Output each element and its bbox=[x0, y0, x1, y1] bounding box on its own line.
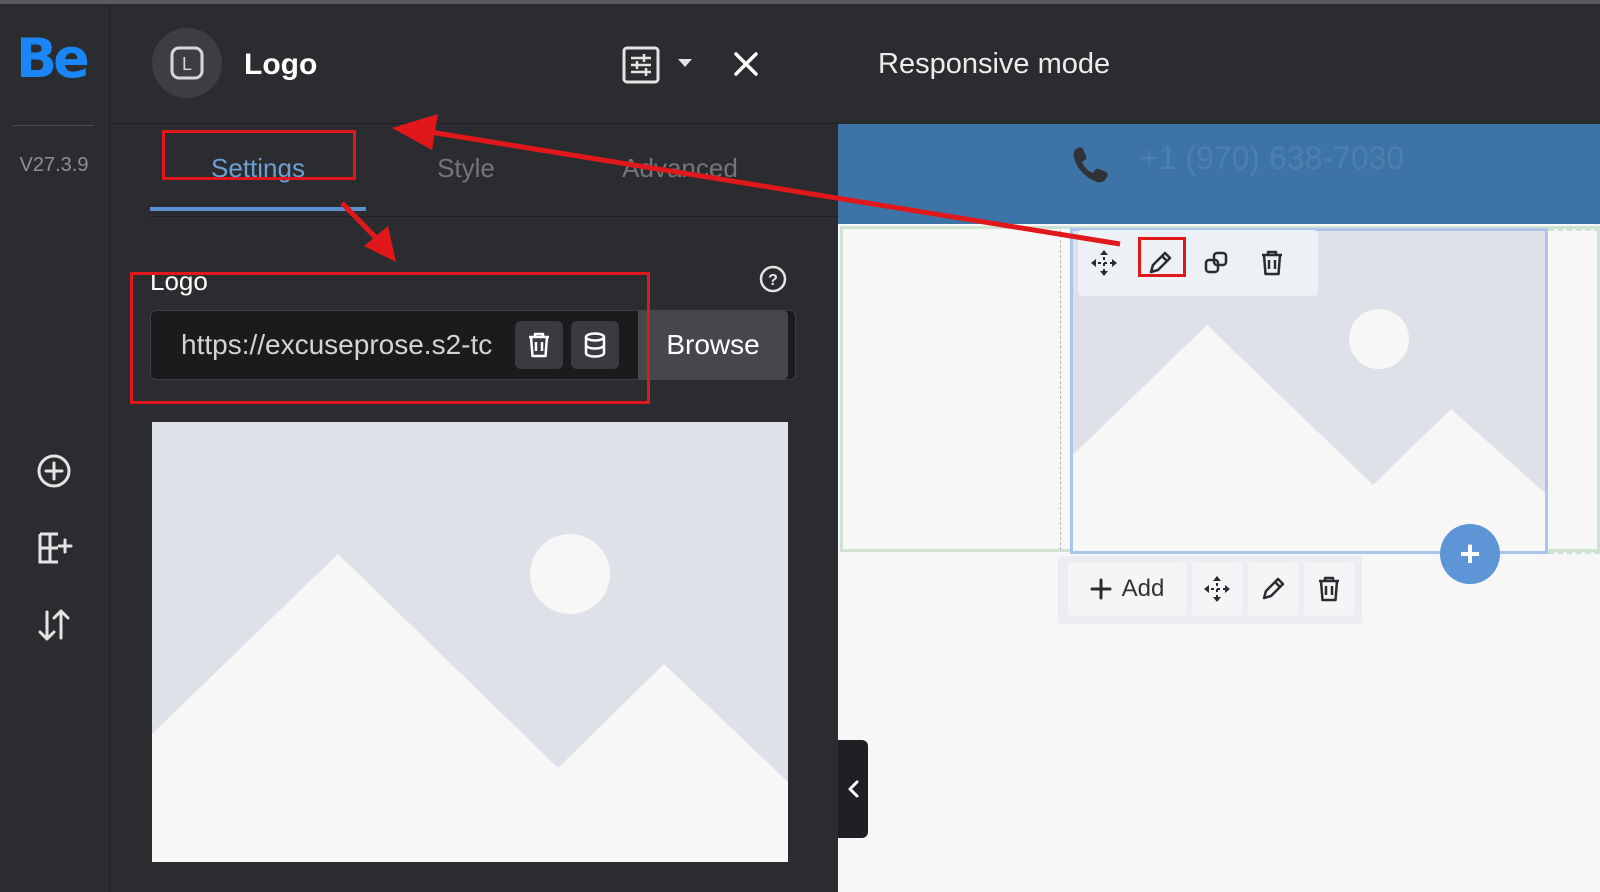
row-toolbar: Add bbox=[1058, 556, 1362, 624]
close-panel-button[interactable] bbox=[726, 44, 766, 84]
version-label: V27.3.9 bbox=[19, 154, 89, 176]
svg-text:?: ? bbox=[768, 272, 778, 289]
add-element-fab[interactable]: + bbox=[1440, 524, 1500, 584]
move-icon bbox=[1091, 250, 1117, 276]
plus-circle-icon bbox=[37, 454, 71, 488]
browse-button[interactable]: Browse bbox=[638, 310, 788, 380]
tab-settings[interactable]: Settings bbox=[150, 125, 366, 211]
sliders-icon bbox=[622, 46, 660, 84]
logo-element-icon: L bbox=[170, 46, 204, 80]
element-type-badge: L bbox=[152, 28, 222, 98]
trash-icon bbox=[1319, 576, 1339, 602]
panel-header: L Logo bbox=[110, 4, 838, 124]
clear-url-button[interactable] bbox=[515, 321, 563, 369]
settings-panel: L Logo Settings Style Advanced Logo ? ht… bbox=[110, 4, 838, 892]
database-icon bbox=[584, 332, 606, 358]
trash-icon bbox=[1262, 250, 1282, 276]
edit-element-button[interactable] bbox=[1136, 240, 1184, 286]
move-icon bbox=[1204, 576, 1230, 602]
presets-button[interactable] bbox=[616, 40, 666, 90]
image-placeholder-icon bbox=[152, 422, 788, 862]
duplicate-icon bbox=[1204, 251, 1228, 274]
presets-dropdown-button[interactable] bbox=[672, 50, 698, 76]
add-section-button[interactable] bbox=[30, 524, 78, 572]
responsive-mode-label[interactable]: Responsive mode bbox=[878, 48, 1110, 81]
logo-image-preview bbox=[152, 422, 788, 862]
move-row-button[interactable] bbox=[1192, 562, 1242, 616]
chevron-left-icon bbox=[848, 780, 859, 798]
edit-row-button[interactable] bbox=[1248, 562, 1298, 616]
delete-element-button[interactable] bbox=[1248, 240, 1296, 286]
move-element-button[interactable] bbox=[1080, 240, 1128, 286]
svg-text:L: L bbox=[182, 54, 192, 74]
tab-advanced[interactable]: Advanced bbox=[590, 125, 770, 211]
panel-title: Logo bbox=[244, 48, 318, 81]
delete-row-button[interactable] bbox=[1304, 562, 1354, 616]
pencil-icon bbox=[1262, 577, 1285, 600]
page-canvas: Responsive mode +1 (970) 638-7030 + Add bbox=[838, 4, 1600, 892]
help-icon[interactable]: ? bbox=[758, 264, 788, 294]
caret-down-icon bbox=[678, 59, 692, 67]
collapse-panel-button[interactable] bbox=[838, 740, 868, 838]
panel-tabs: Settings Style Advanced bbox=[150, 125, 838, 217]
sort-arrows-icon bbox=[38, 609, 70, 641]
add-element-button[interactable] bbox=[30, 447, 78, 495]
canvas-toolbar: Responsive mode bbox=[838, 4, 1600, 124]
trash-icon bbox=[529, 332, 549, 358]
add-label: Add bbox=[1121, 575, 1165, 602]
close-icon bbox=[734, 52, 758, 76]
tab-style[interactable]: Style bbox=[406, 125, 526, 211]
active-tab-indicator bbox=[150, 207, 366, 211]
brand-logo: Be bbox=[16, 27, 90, 90]
element-toolbar bbox=[1078, 230, 1318, 296]
add-section-icon bbox=[38, 532, 73, 564]
add-button[interactable]: Add bbox=[1068, 562, 1186, 616]
rail-divider bbox=[12, 125, 94, 126]
left-rail: Be V27.3.9 bbox=[0, 4, 110, 892]
dynamic-data-button[interactable] bbox=[571, 321, 619, 369]
column-guide bbox=[1060, 230, 1061, 550]
reorder-button[interactable] bbox=[30, 601, 78, 649]
phone-icon bbox=[1073, 147, 1108, 183]
logo-field-label: Logo bbox=[150, 266, 208, 296]
duplicate-element-button[interactable] bbox=[1192, 240, 1240, 286]
pencil-icon bbox=[1149, 251, 1172, 274]
phone-number[interactable]: +1 (970) 638-7030 bbox=[1140, 140, 1404, 177]
logo-url-input[interactable]: https://excuseprose.s2-tc bbox=[181, 329, 511, 361]
plus-icon bbox=[1090, 578, 1112, 600]
next-column bbox=[1548, 228, 1600, 554]
